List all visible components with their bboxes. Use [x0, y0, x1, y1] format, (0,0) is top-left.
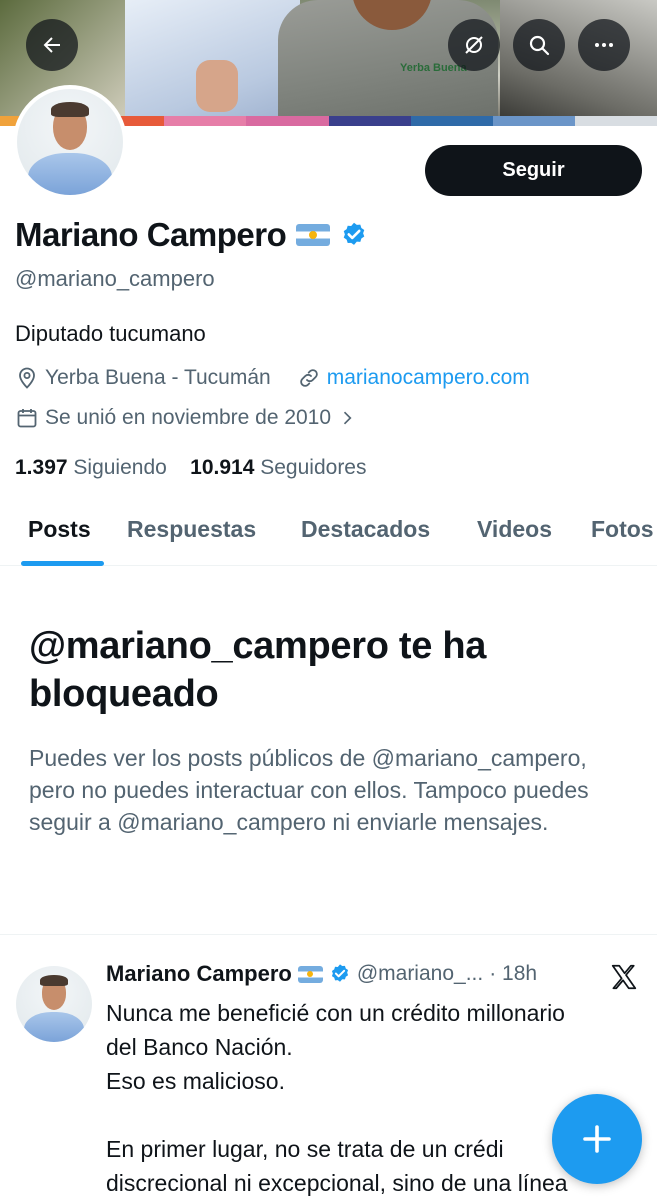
- followers-link[interactable]: 10.914 Seguidores: [190, 456, 366, 479]
- tab-highlights[interactable]: Destacados: [301, 516, 430, 543]
- banner-thumbs-up: [196, 60, 238, 112]
- follow-counts: 1.397 Siguiendo 10.914 Seguidores: [15, 456, 367, 480]
- profile-joined-row[interactable]: Se unió en noviembre de 2010: [15, 406, 357, 430]
- following-label: Siguiendo: [73, 456, 167, 479]
- profile-joined-date: Se unió en noviembre de 2010: [45, 406, 332, 429]
- post-author-handle[interactable]: @mariano_...: [357, 962, 483, 986]
- following-link[interactable]: 1.397 Siguiendo: [15, 456, 167, 479]
- location-pin-icon: [19, 367, 35, 389]
- tab-videos[interactable]: Videos: [477, 516, 552, 543]
- profile-name: Mariano Campero: [15, 216, 287, 253]
- active-tab-indicator: [21, 561, 104, 566]
- notifications-button[interactable]: [448, 19, 500, 71]
- section-divider: [0, 934, 657, 935]
- x-logo-icon: [611, 964, 637, 990]
- tab-photos[interactable]: Fotos: [591, 516, 654, 543]
- post-header: Mariano Campero @mariano_... · 18h: [106, 961, 537, 987]
- blocked-title: @mariano_campero te ha bloqueado: [29, 625, 487, 715]
- tab-posts[interactable]: Posts: [28, 516, 91, 543]
- blocked-description: Puedes ver los posts públicos de @marian…: [29, 745, 589, 835]
- back-button[interactable]: [26, 19, 78, 71]
- back-arrow-icon: [43, 37, 60, 53]
- followers-label: Seguidores: [260, 456, 367, 479]
- verified-badge-icon[interactable]: [340, 221, 368, 249]
- profile-meta-row: Yerba Buena - Tucumán marianocampero.com: [15, 366, 530, 390]
- argentina-flag-icon: [297, 965, 323, 983]
- profile-tabs: Posts Respuestas Destacados Videos Fotos: [0, 500, 657, 566]
- profile-website-link[interactable]: marianocampero.com: [327, 366, 530, 390]
- follow-button[interactable]: Seguir: [425, 145, 642, 196]
- argentina-flag-icon: [296, 224, 331, 246]
- chevron-right-icon: [343, 411, 352, 425]
- search-button[interactable]: [513, 19, 565, 71]
- post-line: del Banco Nación.: [106, 1034, 293, 1060]
- post-line: Nunca me beneficié con un crédito millon…: [106, 1000, 565, 1026]
- profile-name-row: Mariano Campero: [15, 216, 368, 254]
- no-notifications-icon: [465, 36, 483, 54]
- more-icon: [595, 43, 613, 47]
- more-button[interactable]: [578, 19, 630, 71]
- profile-location: Yerba Buena - Tucumán: [45, 366, 271, 389]
- post-timestamp[interactable]: · 18h: [489, 962, 537, 986]
- post-author-avatar[interactable]: [16, 966, 92, 1042]
- verified-badge-icon: [331, 964, 348, 982]
- profile-bio: Diputado tucumano: [15, 321, 206, 346]
- compose-button[interactable]: [552, 1094, 642, 1184]
- followers-count: 10.914: [190, 456, 255, 479]
- plus-icon: [583, 1125, 611, 1153]
- post-line: Eso es malicioso.: [106, 1068, 285, 1094]
- calendar-icon: [17, 409, 37, 428]
- tab-replies[interactable]: Respuestas: [127, 516, 256, 543]
- following-count: 1.397: [15, 456, 68, 479]
- link-icon: [299, 369, 318, 387]
- post-author-name[interactable]: Mariano Campero: [106, 961, 292, 987]
- search-icon: [529, 35, 550, 56]
- profile-avatar[interactable]: [13, 85, 127, 199]
- profile-handle: @mariano_campero: [15, 266, 215, 291]
